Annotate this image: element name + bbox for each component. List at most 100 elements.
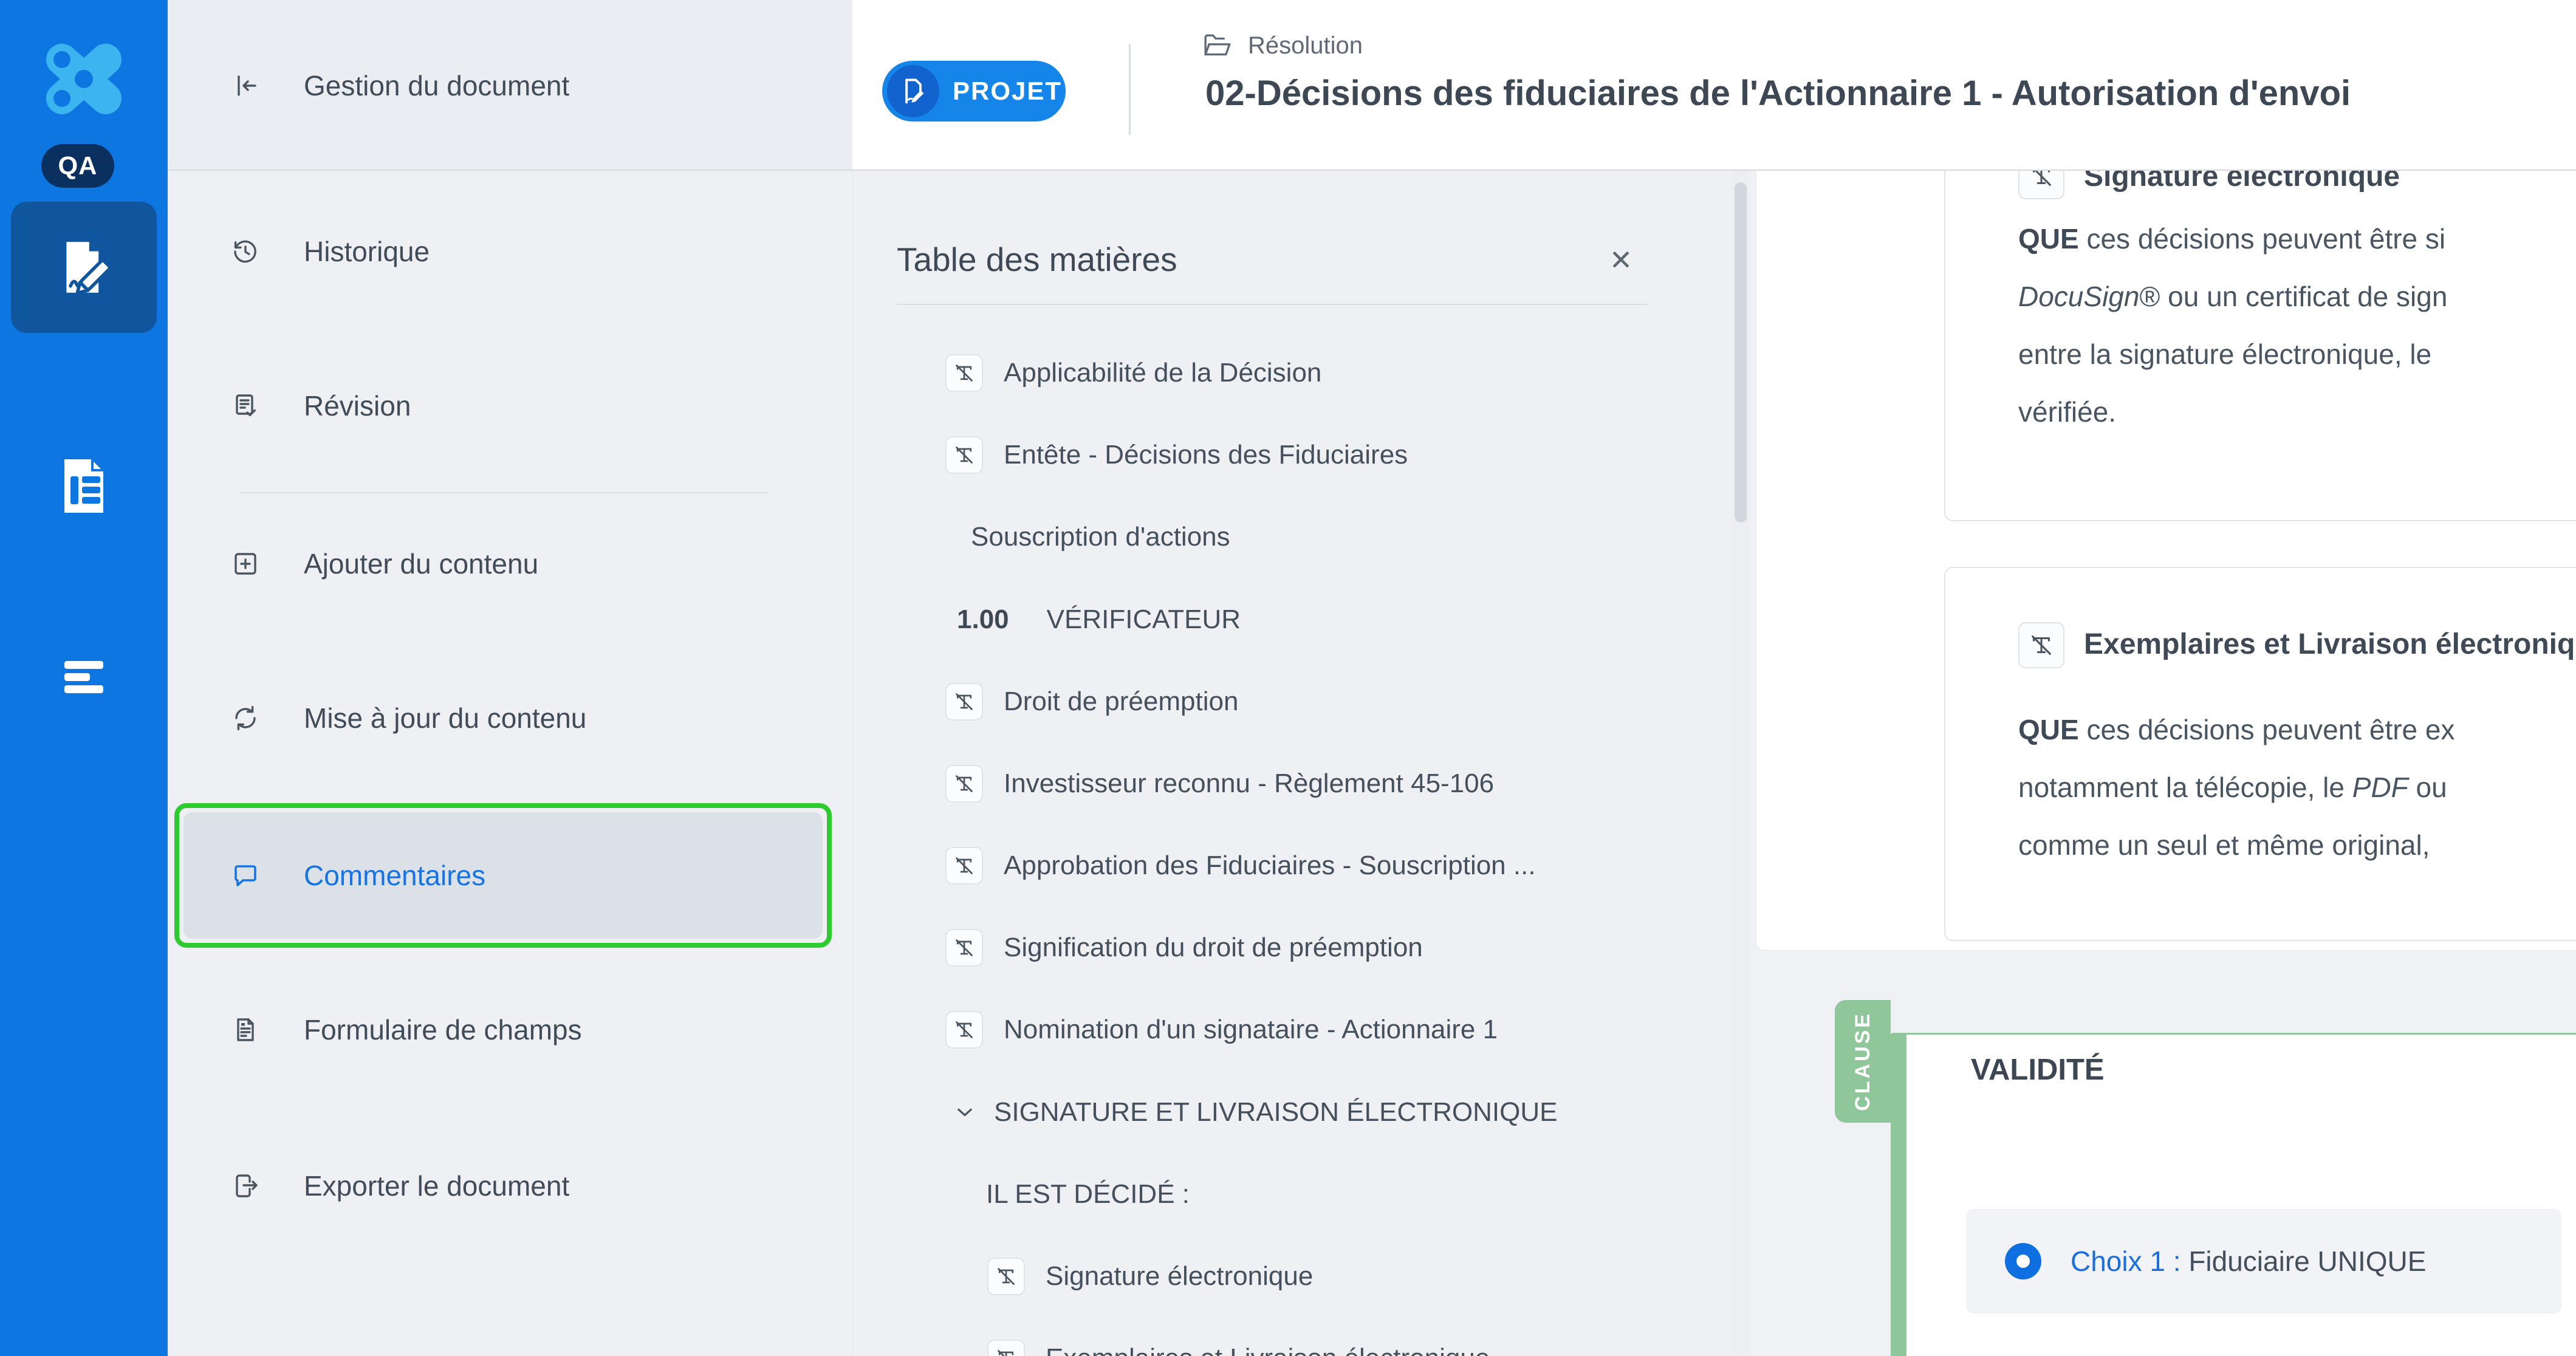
toc-item-label: IL EST DÉCIDÉ : xyxy=(986,1179,1190,1210)
clause-tag-label: CLAUSE xyxy=(1851,1012,1875,1111)
bold-text: QUE xyxy=(2018,714,2079,745)
menu-item-gestion-du-document[interactable]: Gestion du document xyxy=(231,55,838,116)
toc-item-label: Droit de préemption xyxy=(1004,687,1238,717)
document-form-icon xyxy=(60,458,108,514)
chevron-down-icon xyxy=(951,1099,978,1126)
toc-item-number: 1.00 xyxy=(957,604,1009,635)
suppressed-clause-icon xyxy=(945,354,983,392)
choice-option-row[interactable]: Choix 1 : Fiduciaire UNIQUE xyxy=(1966,1209,2561,1313)
app-rail: QA xyxy=(0,0,168,1356)
suppressed-clause-icon xyxy=(945,436,983,474)
suppressed-clause-icon xyxy=(987,1340,1025,1356)
collapse-panel-icon xyxy=(231,71,260,100)
clause-paragraph-line: notamment la télécopie, le PDF ou xyxy=(2018,769,2447,806)
toc-item-label: Applicabilité de la Décision xyxy=(1004,358,1321,388)
toc-group-signature-livraison[interactable]: SIGNATURE ET LIVRAISON ÉLECTRONIQUE xyxy=(951,1088,1557,1137)
menu-item-ajouter-du-contenu[interactable]: Ajouter du contenu xyxy=(231,533,838,594)
toc-item-il-est-decide[interactable]: IL EST DÉCIDÉ : xyxy=(986,1170,1190,1219)
rail-item-document-editor[interactable] xyxy=(11,202,157,333)
suppressed-clause-icon xyxy=(2018,171,2064,199)
menu-item-commentaires[interactable]: Commentaires xyxy=(183,812,823,939)
italic-text: DocuSign xyxy=(2018,281,2139,312)
choice-label: Fiduciaire UNIQUE xyxy=(2188,1245,2426,1277)
document-check-icon xyxy=(231,391,260,420)
toc-item-label: VÉRIFICATEUR xyxy=(1047,604,1241,635)
document-content-area: Signature électronique QUE ces décisions… xyxy=(1750,171,2576,1356)
toc-item-approbation[interactable]: Approbation des Fiduciaires - Souscripti… xyxy=(945,841,1536,890)
rail-item-sections-list[interactable] xyxy=(0,650,168,705)
clause-heading: VALIDITÉ xyxy=(1971,1053,2105,1087)
radio-selected-icon[interactable] xyxy=(2005,1243,2041,1279)
toc-item-droit-preemption[interactable]: Droit de préemption xyxy=(945,677,1238,726)
suppressed-clause-icon xyxy=(2018,622,2064,668)
menu-item-label: Historique xyxy=(304,235,430,268)
text: entre la signature électronique, le xyxy=(2018,338,2431,370)
menu-item-label: Mise à jour du contenu xyxy=(304,702,586,734)
rail-item-documents[interactable] xyxy=(0,456,168,516)
export-document-icon xyxy=(231,1171,260,1200)
clause-paragraph-line: QUE ces décisions peuvent être si xyxy=(2018,220,2445,258)
header-separator xyxy=(1129,44,1131,135)
badge-label: PROJET xyxy=(953,77,1062,106)
suppressed-clause-icon xyxy=(987,1258,1025,1295)
toc-item-label: Entête - Décisions des Fiduciaires xyxy=(1004,440,1408,470)
toc-item-nomination[interactable]: Nomination d'un signataire - Actionnaire… xyxy=(945,1005,1498,1054)
document-menu-panel xyxy=(168,0,852,1356)
toc-item-entete[interactable]: Entête - Décisions des Fiduciaires xyxy=(945,431,1408,479)
refresh-icon xyxy=(231,704,260,733)
toc-item-exemplaires[interactable]: Exemplaires et Livraison électronique xyxy=(987,1334,1490,1356)
toc-item-label: Signature électronique xyxy=(1046,1261,1313,1292)
menu-header-label: Gestion du document xyxy=(304,69,569,102)
clause-card-validite: VALIDITÉ Choix 1 : Fiduciaire UNIQUE xyxy=(1891,1033,2576,1356)
italic-text: PDF xyxy=(2352,772,2408,803)
clause-paragraph-line: entre la signature électronique, le xyxy=(2018,335,2431,373)
clause-paragraph-line: vérifiée. xyxy=(2018,393,2116,431)
text: notamment la télécopie, le xyxy=(2018,772,2352,803)
suppressed-clause-icon xyxy=(945,765,983,803)
toc-item-label: Nomination d'un signataire - Actionnaire… xyxy=(1004,1015,1498,1045)
text: comme un seul et même original, xyxy=(2018,829,2430,861)
menu-item-label: Commentaires xyxy=(304,859,485,892)
suppressed-clause-icon xyxy=(945,847,983,885)
toc-item-verificateur[interactable]: 1.00 VÉRIFICATEUR xyxy=(957,595,1241,644)
menu-item-label: Exporter le document xyxy=(304,1169,569,1202)
suppressed-clause-icon xyxy=(945,1011,983,1049)
choice-prefix: Choix 1 : xyxy=(2071,1245,2188,1277)
toc-scrollbar-thumb[interactable] xyxy=(1735,182,1747,522)
app-logo[interactable] xyxy=(0,43,168,115)
toc-item-applicabilite[interactable]: Applicabilité de la Décision xyxy=(945,349,1321,397)
list-lines-icon xyxy=(60,659,108,696)
history-icon xyxy=(231,237,260,266)
toc-item-label: Signification du droit de préemption xyxy=(1004,933,1423,963)
clause-paragraph-line: DocuSign® ou un certificat de sign xyxy=(2018,278,2447,315)
toc-item-signature-electronique[interactable]: Signature électronique xyxy=(987,1252,1313,1301)
breadcrumb-label: Résolution xyxy=(1248,32,1363,60)
clause-box-title: Signature électronique xyxy=(2084,171,2400,193)
menu-item-label: Ajouter du contenu xyxy=(304,547,538,580)
toc-item-investisseur[interactable]: Investisseur reconnu - Règlement 45-106 xyxy=(945,759,1494,808)
menu-item-revision[interactable]: Révision xyxy=(231,375,838,436)
clause-tag: CLAUSE xyxy=(1835,1000,1891,1123)
clause-paragraph-line: QUE ces décisions peuvent être ex xyxy=(2018,711,2455,748)
text: vérifiée. xyxy=(2018,396,2116,428)
toc-item-label: Souscription d'actions xyxy=(971,522,1230,552)
app-window: QA xyxy=(0,0,2576,1356)
menu-divider xyxy=(240,492,767,493)
add-square-icon xyxy=(231,549,260,578)
draft-pen-icon xyxy=(887,65,939,117)
clause-paragraph-line: comme un seul et même original, xyxy=(2018,826,2430,864)
toc-item-label: Exemplaires et Livraison électronique xyxy=(1046,1343,1490,1356)
menu-item-mise-a-jour-du-contenu[interactable]: Mise à jour du contenu xyxy=(231,688,838,748)
breadcrumb[interactable]: Résolution xyxy=(1202,32,1363,60)
folder-open-icon xyxy=(1202,32,1233,60)
toc-item-souscription[interactable]: Souscription d'actions xyxy=(971,513,1230,561)
closing-x-logo-icon xyxy=(44,43,124,115)
menu-item-exporter-le-document[interactable]: Exporter le document xyxy=(231,1156,838,1216)
menu-item-formulaire-de-champs[interactable]: Formulaire de champs xyxy=(231,999,838,1060)
text: ou xyxy=(2408,772,2447,803)
toc-item-signification[interactable]: Signification du droit de préemption xyxy=(945,923,1423,972)
close-icon[interactable]: ✕ xyxy=(1603,242,1639,278)
text: ces décisions peuvent être si xyxy=(2079,223,2445,255)
qa-environment-badge: QA xyxy=(41,144,114,188)
menu-item-historique[interactable]: Historique xyxy=(231,221,838,282)
